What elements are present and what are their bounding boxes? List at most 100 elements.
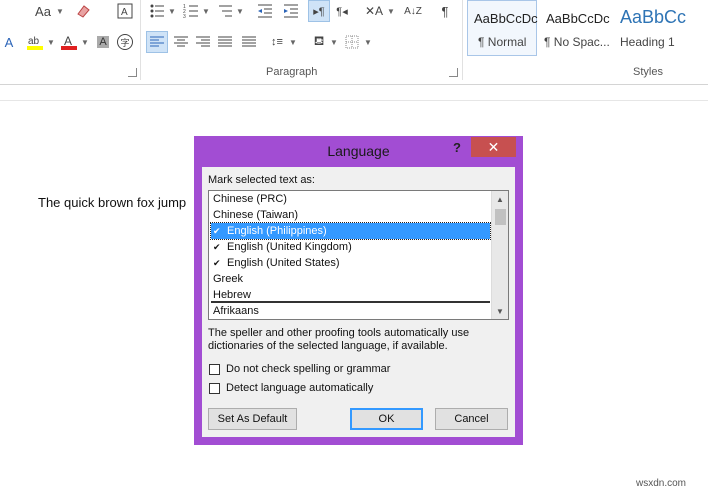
style-sample: AaBbCc: [620, 7, 687, 27]
change-case-label: Aa: [35, 3, 51, 19]
text-effects-dropdown[interactable]: A: [0, 31, 18, 53]
text-box-icon: A: [117, 3, 133, 19]
text-effects-button[interactable]: A: [114, 0, 136, 22]
distributed-icon: [242, 36, 256, 47]
distributed-button[interactable]: [238, 31, 260, 53]
increase-indent-icon: [284, 4, 298, 18]
mark-selected-label: Mark selected text as:: [208, 174, 315, 186]
group-separator: [462, 0, 463, 80]
paragraph-dialog-launcher-icon[interactable]: [449, 68, 458, 77]
align-center-icon: [174, 36, 188, 47]
font-color-dropdown-icon[interactable]: ▼: [81, 38, 89, 47]
ribbon-border: [0, 84, 708, 85]
ribbon: Aa ▼ A ▼ 123 ▼ ▼ ▸¶ ¶◂ ✕A ▼ A↓Z ¶ A ab ▼…: [0, 0, 708, 84]
style-name: ¶ No Spac...: [544, 35, 610, 49]
ltr-button[interactable]: ▸¶: [308, 0, 330, 22]
list-item[interactable]: AfrikaansChinese (PRC): [211, 191, 490, 207]
asian-layout-dropdown-icon[interactable]: ▼: [387, 7, 395, 16]
spell-check-icon: ✔: [213, 226, 221, 236]
list-item[interactable]: Chinese (Taiwan): [211, 207, 490, 223]
svg-text:ab: ab: [28, 36, 40, 47]
text-effects-icon: A: [4, 34, 14, 50]
language-name: Chinese (PRC): [213, 193, 287, 205]
svg-text:A: A: [121, 7, 128, 18]
help-button[interactable]: ?: [453, 140, 461, 155]
font-dialog-launcher-icon[interactable]: [128, 68, 137, 77]
list-item-selected[interactable]: ✔ English (Philippines): [210, 222, 491, 240]
document-text[interactable]: The quick brown fox jump: [38, 195, 186, 210]
rtl-button[interactable]: ¶◂: [332, 0, 352, 22]
style-normal[interactable]: AaBbCcDc ¶ Normal: [467, 0, 538, 56]
highlight-button[interactable]: ab: [24, 31, 46, 53]
list-item[interactable]: ✔ English (United States): [211, 255, 490, 271]
asian-layout-button[interactable]: ✕A: [362, 0, 386, 22]
align-right-button[interactable]: [192, 31, 214, 53]
no-spell-checkbox[interactable]: [209, 364, 220, 375]
change-case-button[interactable]: Aa: [30, 0, 56, 22]
multilevel-dropdown-icon[interactable]: ▼: [236, 7, 244, 16]
detect-language-checkbox[interactable]: [209, 383, 220, 394]
style-no-spacing[interactable]: AaBbCcDc ¶ No Spac...: [539, 0, 611, 56]
spell-check-icon: ✔: [213, 242, 221, 252]
pilcrow-icon: ¶: [441, 3, 449, 19]
clear-formatting-button[interactable]: [72, 0, 94, 22]
font-color-icon: A: [61, 34, 77, 50]
align-left-button[interactable]: [146, 31, 168, 53]
change-case-dropdown-icon[interactable]: ▼: [56, 7, 64, 16]
enclose-characters-button[interactable]: 字: [116, 31, 134, 53]
numbering-dropdown-icon[interactable]: ▼: [202, 7, 210, 16]
language-name: Afrikaans: [213, 305, 259, 317]
cancel-button[interactable]: Cancel: [435, 408, 508, 430]
justify-button[interactable]: [214, 31, 236, 53]
font-color-button[interactable]: A: [58, 31, 80, 53]
list-item[interactable]: Greek: [211, 271, 490, 287]
scrollbar-thumb[interactable]: [495, 209, 506, 225]
style-sample: AaBbCcDc: [474, 11, 538, 26]
language-listbox[interactable]: AfrikaansChinese (PRC) Chinese (Taiwan) …: [208, 190, 509, 320]
line-spacing-dropdown-icon[interactable]: ▼: [289, 38, 297, 47]
numbering-button[interactable]: 123: [180, 0, 202, 22]
numbering-icon: 123: [183, 4, 198, 19]
close-icon: ✕: [487, 138, 500, 155]
borders-dropdown-icon[interactable]: ▼: [364, 38, 372, 47]
svg-text:3: 3: [183, 14, 186, 19]
language-name: Greek: [213, 273, 243, 285]
character-shading-icon: A: [97, 36, 109, 48]
sort-button[interactable]: A↓Z: [402, 0, 424, 22]
show-formatting-button[interactable]: ¶: [434, 0, 456, 22]
default-language-item[interactable]: Afrikaans: [211, 303, 490, 319]
multilevel-list-icon: [219, 5, 232, 17]
list-item[interactable]: ✔ English (United Kingdom): [211, 239, 490, 255]
bullets-dropdown-icon[interactable]: ▼: [168, 7, 176, 16]
set-as-default-button[interactable]: Set As Default: [208, 408, 297, 430]
line-spacing-icon: ↕≡: [271, 36, 283, 48]
detect-language-label[interactable]: Detect language automatically: [226, 382, 373, 394]
line-spacing-button[interactable]: ↕≡: [266, 31, 288, 53]
scroll-down-icon[interactable]: ▼: [492, 303, 508, 319]
enclose-characters-icon: 字: [117, 34, 133, 50]
multilevel-list-button[interactable]: [214, 0, 236, 22]
shading-button[interactable]: ⛾: [308, 31, 330, 53]
asian-layout-icon: ✕A: [364, 4, 384, 18]
text-highlight-icon: ab: [27, 36, 43, 50]
borders-icon: [345, 35, 359, 49]
close-button[interactable]: ✕: [471, 137, 516, 157]
eraser-icon: [77, 5, 90, 18]
decrease-indent-button[interactable]: [254, 0, 276, 22]
style-sample: AaBbCcDc: [546, 11, 610, 26]
no-spell-label[interactable]: Do not check spelling or grammar: [226, 363, 390, 375]
increase-indent-button[interactable]: [280, 0, 302, 22]
shading-dropdown-icon[interactable]: ▼: [330, 38, 338, 47]
character-shading-button[interactable]: A: [94, 31, 112, 53]
center-button[interactable]: [170, 31, 192, 53]
scroll-up-icon[interactable]: ▲: [492, 191, 508, 207]
bullets-icon: [150, 4, 164, 18]
listbox-scrollbar[interactable]: ▲ ▼: [491, 191, 508, 319]
highlight-dropdown-icon[interactable]: ▼: [47, 38, 55, 47]
style-heading-1[interactable]: AaBbCc Heading 1: [613, 0, 708, 56]
bullets-button[interactable]: [146, 0, 168, 22]
borders-button[interactable]: [342, 31, 362, 53]
ok-button[interactable]: OK: [350, 408, 423, 430]
language-name: English (Philippines): [227, 225, 327, 237]
rtl-icon: ¶◂: [336, 5, 348, 18]
